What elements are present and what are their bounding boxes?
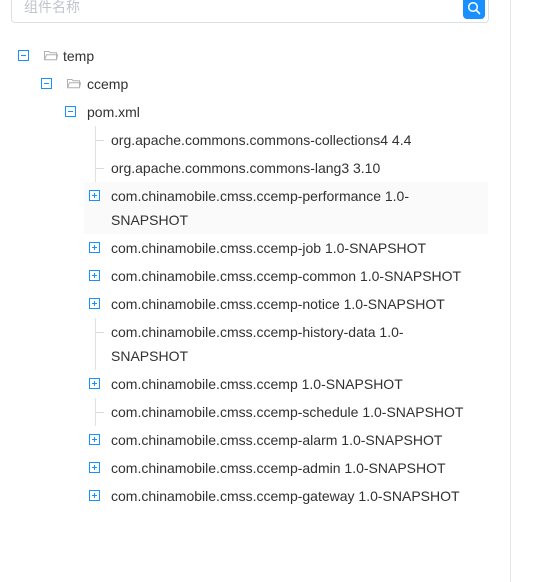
- tree-node-child[interactable]: ccemp: [0, 70, 510, 98]
- folder-open-icon: [44, 51, 58, 61]
- dependency-item[interactable]: com.chinamobile.cmss.ccemp-gateway 1.0-S…: [0, 482, 510, 510]
- expand-toggle-icon[interactable]: [89, 434, 100, 445]
- collapse-toggle-icon[interactable]: [65, 106, 76, 117]
- tree-node-root[interactable]: temp: [0, 42, 510, 70]
- dependency-label: com.chinamobile.cmss.ccemp-performance 1…: [111, 188, 409, 228]
- expand-toggle-icon[interactable]: [89, 298, 100, 309]
- dependency-label: org.apache.commons.commons-collections4 …: [111, 132, 412, 148]
- dependency-label: org.apache.commons.commons-lang3 3.10: [111, 160, 381, 176]
- dependency-item[interactable]: com.chinamobile.cmss.ccemp-alarm 1.0-SNA…: [0, 426, 510, 454]
- dependency-label: com.chinamobile.cmss.ccemp-admin 1.0-SNA…: [111, 460, 446, 476]
- panel-divider: [510, 0, 511, 582]
- dependency-label: com.chinamobile.cmss.ccemp-gateway 1.0-S…: [111, 488, 460, 504]
- expand-toggle-icon[interactable]: [89, 190, 100, 201]
- tree-node-pom[interactable]: pom.xml: [0, 98, 510, 126]
- dependency-item[interactable]: com.chinamobile.cmss.ccemp-job 1.0-SNAPS…: [0, 234, 510, 262]
- leaf-connector: [96, 332, 104, 333]
- folder-open-icon: [67, 79, 81, 89]
- dependency-item[interactable]: org.apache.commons.commons-collections4 …: [0, 126, 510, 154]
- dependency-item[interactable]: com.chinamobile.cmss.ccemp-admin 1.0-SNA…: [0, 454, 510, 482]
- dependency-tree: temp ccemp pom.xml org.apache.commons.co…: [0, 42, 510, 510]
- collapse-toggle-icon[interactable]: [41, 78, 52, 89]
- tree-node-label: pom.xml: [87, 104, 140, 120]
- dependency-item[interactable]: com.chinamobile.cmss.ccemp 1.0-SNAPSHOT: [0, 370, 510, 398]
- collapse-toggle-icon[interactable]: [18, 50, 29, 61]
- search-icon: [467, 1, 481, 15]
- dependency-label: com.chinamobile.cmss.ccemp-alarm 1.0-SNA…: [111, 432, 443, 448]
- search-bar: [11, 0, 489, 23]
- leaf-connector: [96, 140, 104, 141]
- dependency-label: com.chinamobile.cmss.ccemp-notice 1.0-SN…: [111, 296, 445, 312]
- tree-node-label: temp: [63, 48, 95, 64]
- tree-guide-line: [95, 318, 96, 370]
- expand-toggle-icon[interactable]: [89, 270, 100, 281]
- search-input[interactable]: [12, 0, 452, 22]
- expand-toggle-icon[interactable]: [89, 242, 100, 253]
- dependency-item[interactable]: org.apache.commons.commons-lang3 3.10: [0, 154, 510, 182]
- dependency-item[interactable]: com.chinamobile.cmss.ccemp-common 1.0-SN…: [0, 262, 510, 290]
- dependency-label: com.chinamobile.cmss.ccemp-job 1.0-SNAPS…: [111, 240, 427, 256]
- expand-toggle-icon[interactable]: [89, 490, 100, 501]
- dependency-label: com.chinamobile.cmss.ccemp 1.0-SNAPSHOT: [111, 376, 403, 392]
- tree-node-label: ccemp: [87, 76, 129, 92]
- expand-toggle-icon[interactable]: [89, 462, 100, 473]
- dependency-label: com.chinamobile.cmss.ccemp-history-data …: [111, 324, 404, 364]
- leaf-connector: [96, 412, 104, 413]
- leaf-connector: [96, 168, 104, 169]
- component-tree-panel: temp ccemp pom.xml org.apache.commons.co…: [0, 0, 544, 582]
- search-button[interactable]: [463, 0, 485, 19]
- expand-toggle-icon[interactable]: [89, 378, 100, 389]
- dependency-item[interactable]: com.chinamobile.cmss.ccemp-history-data …: [0, 318, 510, 370]
- dependency-label: com.chinamobile.cmss.ccemp-schedule 1.0-…: [111, 404, 464, 420]
- dependency-item[interactable]: com.chinamobile.cmss.ccemp-notice 1.0-SN…: [0, 290, 510, 318]
- dependency-label: com.chinamobile.cmss.ccemp-common 1.0-SN…: [111, 268, 462, 284]
- dependency-item[interactable]: com.chinamobile.cmss.ccemp-performance 1…: [0, 182, 510, 234]
- dependency-item[interactable]: com.chinamobile.cmss.ccemp-schedule 1.0-…: [0, 398, 510, 426]
